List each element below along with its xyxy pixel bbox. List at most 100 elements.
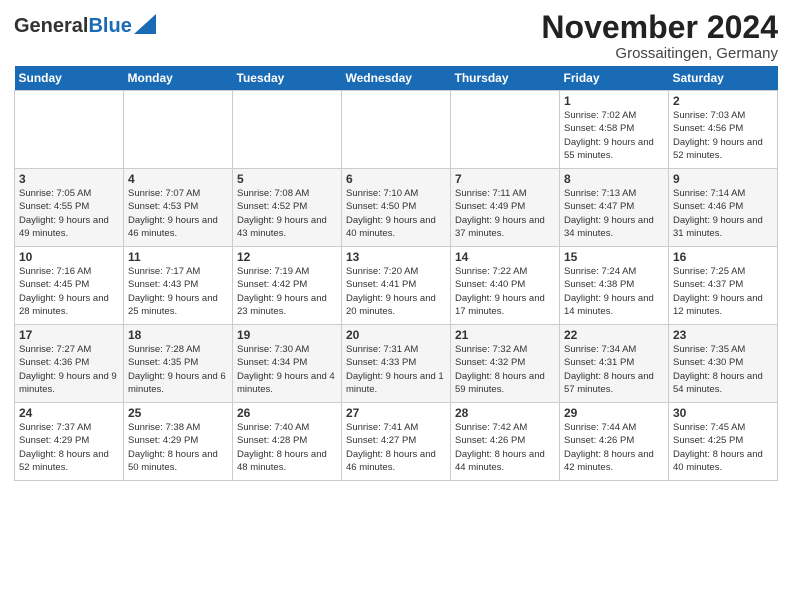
calendar-cell: 7Sunrise: 7:11 AM Sunset: 4:49 PM Daylig… [451,169,560,247]
logo-text: GeneralBlue [14,16,132,36]
day-number: 13 [346,250,446,264]
title-section: November 2024 Grossaitingen, Germany [541,10,778,62]
calendar-cell: 2Sunrise: 7:03 AM Sunset: 4:56 PM Daylig… [669,91,778,169]
day-number: 17 [19,328,119,342]
calendar-cell: 17Sunrise: 7:27 AM Sunset: 4:36 PM Dayli… [15,325,124,403]
day-number: 4 [128,172,228,186]
day-number: 10 [19,250,119,264]
calendar-cell: 11Sunrise: 7:17 AM Sunset: 4:43 PM Dayli… [124,247,233,325]
location: Grossaitingen, Germany [541,45,778,62]
day-info: Sunrise: 7:22 AM Sunset: 4:40 PM Dayligh… [455,265,555,318]
logo-blue: Blue [88,15,131,37]
logo-general: General [14,15,88,37]
calendar-cell: 1Sunrise: 7:02 AM Sunset: 4:58 PM Daylig… [560,91,669,169]
day-info: Sunrise: 7:25 AM Sunset: 4:37 PM Dayligh… [673,265,773,318]
day-info: Sunrise: 7:27 AM Sunset: 4:36 PM Dayligh… [19,343,119,396]
day-info: Sunrise: 7:03 AM Sunset: 4:56 PM Dayligh… [673,109,773,162]
calendar-cell [15,91,124,169]
calendar-cell: 3Sunrise: 7:05 AM Sunset: 4:55 PM Daylig… [15,169,124,247]
calendar-cell [451,91,560,169]
day-number: 11 [128,250,228,264]
day-info: Sunrise: 7:17 AM Sunset: 4:43 PM Dayligh… [128,265,228,318]
day-info: Sunrise: 7:35 AM Sunset: 4:30 PM Dayligh… [673,343,773,396]
calendar-week-1: 1Sunrise: 7:02 AM Sunset: 4:58 PM Daylig… [15,91,778,169]
day-info: Sunrise: 7:41 AM Sunset: 4:27 PM Dayligh… [346,421,446,474]
day-number: 30 [673,406,773,420]
day-info: Sunrise: 7:24 AM Sunset: 4:38 PM Dayligh… [564,265,664,318]
day-number: 16 [673,250,773,264]
logo: GeneralBlue [14,14,156,36]
col-friday: Friday [560,66,669,91]
calendar-cell [233,91,342,169]
day-number: 6 [346,172,446,186]
calendar-cell: 9Sunrise: 7:14 AM Sunset: 4:46 PM Daylig… [669,169,778,247]
day-info: Sunrise: 7:40 AM Sunset: 4:28 PM Dayligh… [237,421,337,474]
calendar-container: GeneralBlue November 2024 Grossaitingen,… [0,0,792,487]
calendar-week-4: 17Sunrise: 7:27 AM Sunset: 4:36 PM Dayli… [15,325,778,403]
day-info: Sunrise: 7:28 AM Sunset: 4:35 PM Dayligh… [128,343,228,396]
day-number: 25 [128,406,228,420]
calendar-cell: 12Sunrise: 7:19 AM Sunset: 4:42 PM Dayli… [233,247,342,325]
month-title: November 2024 [541,10,778,45]
calendar-cell: 20Sunrise: 7:31 AM Sunset: 4:33 PM Dayli… [342,325,451,403]
day-info: Sunrise: 7:34 AM Sunset: 4:31 PM Dayligh… [564,343,664,396]
day-info: Sunrise: 7:05 AM Sunset: 4:55 PM Dayligh… [19,187,119,240]
col-sunday: Sunday [15,66,124,91]
day-number: 14 [455,250,555,264]
day-info: Sunrise: 7:38 AM Sunset: 4:29 PM Dayligh… [128,421,228,474]
calendar-cell: 15Sunrise: 7:24 AM Sunset: 4:38 PM Dayli… [560,247,669,325]
calendar-cell: 29Sunrise: 7:44 AM Sunset: 4:26 PM Dayli… [560,403,669,481]
day-info: Sunrise: 7:14 AM Sunset: 4:46 PM Dayligh… [673,187,773,240]
calendar-cell: 23Sunrise: 7:35 AM Sunset: 4:30 PM Dayli… [669,325,778,403]
day-number: 23 [673,328,773,342]
day-info: Sunrise: 7:37 AM Sunset: 4:29 PM Dayligh… [19,421,119,474]
day-number: 3 [19,172,119,186]
calendar-cell: 6Sunrise: 7:10 AM Sunset: 4:50 PM Daylig… [342,169,451,247]
col-wednesday: Wednesday [342,66,451,91]
calendar-cell: 5Sunrise: 7:08 AM Sunset: 4:52 PM Daylig… [233,169,342,247]
day-number: 22 [564,328,664,342]
day-info: Sunrise: 7:30 AM Sunset: 4:34 PM Dayligh… [237,343,337,396]
calendar-cell: 30Sunrise: 7:45 AM Sunset: 4:25 PM Dayli… [669,403,778,481]
day-info: Sunrise: 7:11 AM Sunset: 4:49 PM Dayligh… [455,187,555,240]
calendar-cell: 26Sunrise: 7:40 AM Sunset: 4:28 PM Dayli… [233,403,342,481]
calendar-week-2: 3Sunrise: 7:05 AM Sunset: 4:55 PM Daylig… [15,169,778,247]
day-info: Sunrise: 7:08 AM Sunset: 4:52 PM Dayligh… [237,187,337,240]
calendar-body: 1Sunrise: 7:02 AM Sunset: 4:58 PM Daylig… [15,91,778,481]
col-monday: Monday [124,66,233,91]
day-number: 1 [564,94,664,108]
day-info: Sunrise: 7:19 AM Sunset: 4:42 PM Dayligh… [237,265,337,318]
col-saturday: Saturday [669,66,778,91]
day-number: 15 [564,250,664,264]
calendar-cell: 10Sunrise: 7:16 AM Sunset: 4:45 PM Dayli… [15,247,124,325]
calendar-week-5: 24Sunrise: 7:37 AM Sunset: 4:29 PM Dayli… [15,403,778,481]
calendar-cell: 28Sunrise: 7:42 AM Sunset: 4:26 PM Dayli… [451,403,560,481]
header-row-days: Sunday Monday Tuesday Wednesday Thursday… [15,66,778,91]
calendar-cell: 21Sunrise: 7:32 AM Sunset: 4:32 PM Dayli… [451,325,560,403]
day-number: 29 [564,406,664,420]
day-info: Sunrise: 7:13 AM Sunset: 4:47 PM Dayligh… [564,187,664,240]
calendar-cell: 25Sunrise: 7:38 AM Sunset: 4:29 PM Dayli… [124,403,233,481]
day-info: Sunrise: 7:02 AM Sunset: 4:58 PM Dayligh… [564,109,664,162]
day-number: 26 [237,406,337,420]
day-info: Sunrise: 7:45 AM Sunset: 4:25 PM Dayligh… [673,421,773,474]
day-number: 19 [237,328,337,342]
day-info: Sunrise: 7:20 AM Sunset: 4:41 PM Dayligh… [346,265,446,318]
calendar-cell: 13Sunrise: 7:20 AM Sunset: 4:41 PM Dayli… [342,247,451,325]
day-number: 8 [564,172,664,186]
calendar-cell: 19Sunrise: 7:30 AM Sunset: 4:34 PM Dayli… [233,325,342,403]
calendar-cell: 8Sunrise: 7:13 AM Sunset: 4:47 PM Daylig… [560,169,669,247]
day-info: Sunrise: 7:07 AM Sunset: 4:53 PM Dayligh… [128,187,228,240]
calendar-table: Sunday Monday Tuesday Wednesday Thursday… [14,66,778,481]
day-info: Sunrise: 7:44 AM Sunset: 4:26 PM Dayligh… [564,421,664,474]
logo-arrow-icon [134,14,156,34]
calendar-cell: 24Sunrise: 7:37 AM Sunset: 4:29 PM Dayli… [15,403,124,481]
calendar-cell: 27Sunrise: 7:41 AM Sunset: 4:27 PM Dayli… [342,403,451,481]
calendar-week-3: 10Sunrise: 7:16 AM Sunset: 4:45 PM Dayli… [15,247,778,325]
day-info: Sunrise: 7:10 AM Sunset: 4:50 PM Dayligh… [346,187,446,240]
calendar-cell [124,91,233,169]
calendar-cell [342,91,451,169]
col-thursday: Thursday [451,66,560,91]
day-number: 7 [455,172,555,186]
day-info: Sunrise: 7:32 AM Sunset: 4:32 PM Dayligh… [455,343,555,396]
